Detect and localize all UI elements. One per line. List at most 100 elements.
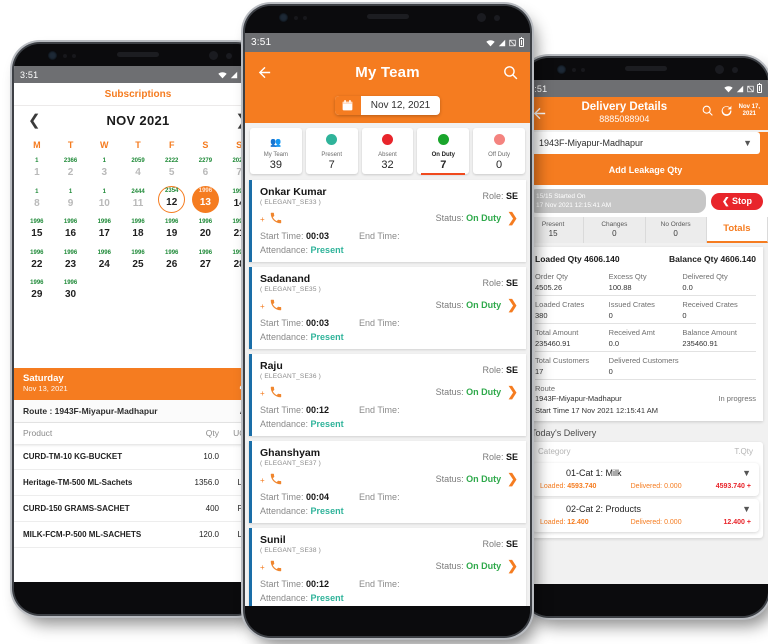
calendar-day-12[interactable]: 2354 12 [158, 185, 186, 213]
calendar-day-25[interactable]: 1996 25 [121, 247, 155, 276]
chevron-right-icon[interactable]: ❯ [507, 558, 518, 574]
totals-value: 0.0 [608, 339, 620, 349]
tab-changes[interactable]: Changes 0 [584, 217, 646, 244]
calendar-day-16[interactable]: 1996 16 [54, 216, 88, 245]
table-row[interactable]: MILK-FCM-P-500 ML-SACHETS120.0Liter [14, 522, 262, 549]
chevron-down-icon[interactable]: ▼ [742, 504, 751, 514]
calendar-day-4[interactable]: 2059 4 [121, 155, 155, 184]
calendar-day-23[interactable]: 1996 23 [54, 247, 88, 276]
phone-icon[interactable] [269, 298, 283, 312]
employee-code: ( ELEGANT_SE38 ) [260, 547, 321, 554]
refresh-icon[interactable] [720, 104, 733, 117]
tab-no-orders[interactable]: No Orders 0 [646, 217, 707, 244]
table-row[interactable]: CURD-TM-10 KG-BUCKET10.0Kg [14, 444, 262, 471]
chevron-down-icon[interactable]: ▼ [742, 468, 751, 478]
day-number: 25 [132, 258, 144, 270]
table-row[interactable]: CURD-150 GRAMS-SACHET400Pkts [14, 496, 262, 523]
calendar-day-9[interactable]: 19 [54, 186, 88, 215]
calendar-day-13[interactable]: 1996 13 [191, 185, 219, 213]
employee-end-time: End Time: [359, 318, 400, 328]
tab-off-duty[interactable]: Off Duty 0 [473, 128, 525, 174]
calendar-day-29[interactable]: 1996 29 [20, 277, 54, 306]
back-arrow-icon[interactable] [256, 64, 273, 81]
employee-card[interactable]: Sunil( ELEGANT_SE38 ) Role: SE + Status: O… [249, 528, 526, 606]
phone-icon[interactable] [269, 211, 283, 225]
date-picker[interactable]: Nov 12, 2021 [334, 96, 441, 115]
calendar-day-17[interactable]: 1996 17 [87, 216, 121, 245]
calendar-day-30[interactable]: 1996 30 [54, 277, 88, 306]
chevron-right-icon[interactable]: ❯ [507, 384, 518, 400]
category-tqty: 12.400 + [723, 519, 751, 527]
calendar-day-22[interactable]: 1996 22 [20, 247, 54, 276]
phone-chin [14, 582, 262, 614]
tab-my-team[interactable]: 👥 My Team 39 [250, 128, 302, 174]
category-cards: 01-Cat 1: Milk ▼ Loaded: 4593.740 Delivered… [528, 463, 763, 533]
tab-present[interactable]: Present 15 [523, 217, 585, 244]
call-action[interactable]: + [260, 296, 283, 314]
add-leakage-qty-button[interactable]: Add Leakage Qty [523, 156, 768, 185]
category-card[interactable]: 02-Cat 2: Products ▼ Loaded: 12.400 Deliver… [532, 499, 759, 533]
table-row[interactable]: Heritage-TM-500 ML-Sachets1356.0Liter [14, 470, 262, 497]
back-arrow-icon[interactable] [531, 105, 548, 122]
tab-present[interactable]: Present 7 [305, 128, 358, 174]
category-card[interactable]: 01-Cat 1: Milk ▼ Loaded: 4593.740 Delivered… [532, 463, 759, 497]
call-action[interactable]: + [260, 470, 283, 488]
calendar-day-19[interactable]: 1996 19 [155, 216, 189, 245]
col-qty: Qty [205, 428, 219, 439]
started-line1: 15/15 Started On [536, 193, 586, 200]
page-title: Subscriptions [14, 83, 262, 106]
cell-product: CURD-TM-10 KG-BUCKET [23, 452, 123, 462]
calendar-icon[interactable] [334, 96, 361, 115]
calendar-day-26[interactable]: 1996 26 [155, 247, 189, 276]
calendar-day-20[interactable]: 1996 20 [189, 216, 223, 245]
search-icon[interactable] [502, 64, 519, 81]
calendar-day-18[interactable]: 1996 18 [121, 216, 155, 245]
wifi-icon [486, 39, 495, 46]
call-action[interactable]: + [260, 557, 283, 575]
calendar-day-8[interactable]: 18 [20, 186, 54, 215]
route-select[interactable]: 1943F-Miyapur-Madhapur ▼ [531, 132, 760, 154]
chevron-right-icon[interactable]: ❯ [507, 297, 518, 313]
tab-label: No Orders [660, 221, 691, 229]
date-picker-value[interactable]: Nov 12, 2021 [361, 96, 441, 115]
prev-month-icon[interactable]: ❮ [28, 113, 41, 128]
calendar-day-3[interactable]: 13 [87, 155, 121, 184]
phone-icon[interactable] [269, 385, 283, 399]
calendar-day-5[interactable]: 2222 5 [155, 155, 189, 184]
call-action[interactable]: + [260, 383, 283, 401]
calendar-day-6[interactable]: 2279 6 [189, 155, 223, 184]
employee-card[interactable]: Sadanand( ELEGANT_SE35 ) Role: SE + Status… [249, 267, 526, 349]
calendar-day-24[interactable]: 1996 24 [87, 247, 121, 276]
phone-icon[interactable] [269, 559, 283, 573]
employee-card[interactable]: Onkar Kumar( ELEGANT_SE33 ) Role: SE + Sta… [249, 180, 526, 262]
employee-card[interactable]: Ghanshyam( ELEGANT_SE37 ) Role: SE + Statu… [249, 441, 526, 523]
calendar-day-2[interactable]: 2366 2 [54, 155, 88, 184]
cell-qty: 1356.0 [194, 478, 219, 488]
totals-card: Loaded Qty 4606.140 Balance Qty 4606.140… [528, 247, 763, 422]
day-number: 15 [31, 228, 43, 239]
calendar-day-11[interactable]: 2444 11 [121, 186, 155, 215]
tab-on-duty[interactable]: On Duty 7 [417, 128, 470, 175]
day-amount: 2354 [165, 188, 179, 195]
phone-icon[interactable] [269, 472, 283, 486]
calendar-day-15[interactable]: 1996 15 [20, 216, 54, 245]
tab-absent[interactable]: Absent 32 [361, 128, 414, 174]
calendar-day-1[interactable]: 11 [20, 155, 54, 184]
tab-totals[interactable]: Totals [706, 217, 768, 244]
chevron-down-icon[interactable]: ▼ [743, 138, 752, 148]
chevron-right-icon[interactable]: ❯ [507, 471, 518, 487]
totals-label: Issued Crates [608, 300, 655, 310]
employee-card[interactable]: Raju( ELEGANT_SE36 ) Role: SE + Status: On… [249, 354, 526, 436]
calendar-day-10[interactable]: 1 10 [87, 186, 121, 215]
app-bar-titles: Delivery Details 8885088904 [548, 101, 701, 124]
chevron-right-icon[interactable]: ❯ [507, 210, 518, 226]
search-icon[interactable] [701, 104, 714, 117]
totals-label: Delivered Customers [608, 356, 679, 366]
col-category: Category [538, 447, 571, 457]
earpiece-speaker [117, 52, 159, 57]
calendar-day-27[interactable]: 1996 27 [189, 247, 223, 276]
day-amount: 1996 [131, 219, 145, 225]
totals-value: 235460.91 [682, 339, 718, 349]
call-action[interactable]: + [260, 209, 283, 227]
stop-button[interactable]: ❮ Stop [710, 192, 763, 210]
